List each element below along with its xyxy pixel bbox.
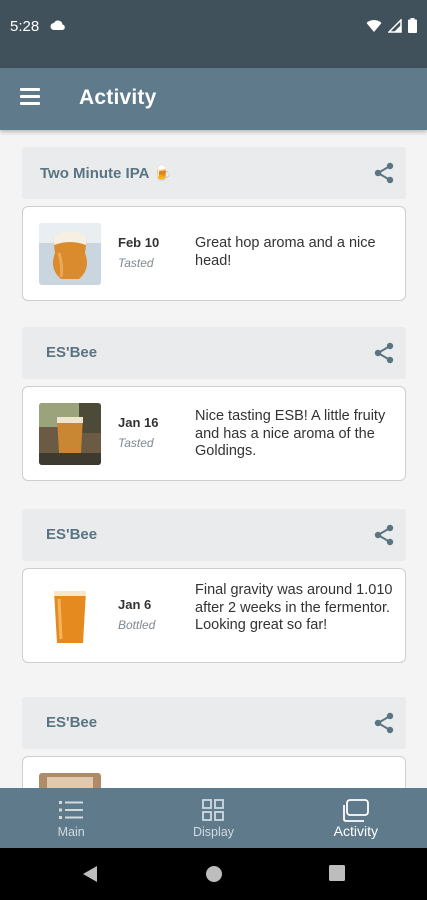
activity-item: ES'Bee Jan 6 Bottled Final gravity was a… [22, 509, 406, 663]
activity-item: ES'Bee [22, 697, 406, 788]
activity-date: Jan 16 [118, 415, 159, 430]
activity-item: Two Minute IPA 🍺 Feb 10 Tasted Great hop… [22, 147, 406, 301]
nav-label: Activity [333, 823, 378, 839]
activity-item-header: ES'Bee [22, 697, 406, 749]
page-title: Activity [79, 86, 157, 109]
status-time: 5:28 [10, 18, 40, 35]
home-icon[interactable] [205, 865, 223, 883]
grid-icon [202, 799, 225, 821]
status-icons [366, 18, 417, 33]
recipe-title[interactable]: ES'Bee [46, 714, 97, 731]
system-navigation-bar [0, 848, 427, 900]
recipe-title[interactable]: ES'Bee [46, 526, 97, 543]
signal-icon [388, 18, 402, 33]
nav-label: Display [192, 825, 234, 839]
wifi-icon [366, 19, 382, 32]
activity-date: Feb 10 [118, 235, 160, 250]
activity-note: Nice tasting ESB! A little fruity and ha… [195, 408, 386, 459]
nav-display[interactable]: Display [142, 788, 284, 848]
activity-item-header: ES'Bee [22, 327, 406, 379]
share-icon[interactable] [372, 711, 396, 735]
recipe-title[interactable]: ES'Bee [46, 344, 97, 361]
activity-status: Tasted [118, 256, 154, 270]
activity-date: Jan 6 [118, 597, 152, 612]
activity-item-header: Two Minute IPA 🍺 [22, 147, 406, 199]
menu-icon[interactable] [20, 88, 42, 110]
activity-item: ES'Bee Jan 16 Tasted Nice tasting ESB! A… [22, 327, 406, 481]
battery-icon [408, 18, 417, 33]
activity-item-header: ES'Bee [22, 509, 406, 561]
list-icon [59, 801, 84, 819]
app-bar: Activity [0, 68, 427, 130]
share-icon[interactable] [372, 523, 396, 547]
beer-photo [39, 773, 101, 788]
activity-status: Bottled [118, 618, 156, 632]
cloud-icon [50, 20, 65, 30]
activity-note: Final gravity was around 1.010 after 2 w… [195, 582, 393, 633]
bottom-navigation: Main Display Activity [0, 788, 427, 848]
activity-status: Tasted [118, 436, 154, 450]
activity-feed[interactable]: Two Minute IPA 🍺 Feb 10 Tasted Great hop… [0, 130, 427, 788]
beer-photo [39, 585, 101, 647]
activity-card[interactable]: Jan 6 Bottled Final gravity was around 1… [22, 568, 406, 663]
recents-icon[interactable] [329, 865, 345, 881]
share-icon[interactable] [372, 341, 396, 365]
activity-card[interactable] [22, 756, 406, 788]
activity-icon [342, 799, 369, 822]
share-icon[interactable] [372, 161, 396, 185]
status-bar: 5:28 [0, 0, 427, 68]
activity-card[interactable]: Feb 10 Tasted Great hop aroma and a nice… [22, 206, 406, 301]
beer-photo [39, 403, 101, 465]
beer-photo [39, 223, 101, 285]
recipe-title[interactable]: Two Minute IPA 🍺 [40, 164, 172, 182]
activity-card[interactable]: Jan 16 Tasted Nice tasting ESB! A little… [22, 386, 406, 481]
nav-label: Main [57, 825, 85, 839]
nav-main[interactable]: Main [0, 788, 142, 848]
nav-activity[interactable]: Activity [285, 788, 427, 848]
activity-note: Great hop aroma and a nice head! [195, 235, 376, 269]
back-icon[interactable] [82, 865, 98, 883]
